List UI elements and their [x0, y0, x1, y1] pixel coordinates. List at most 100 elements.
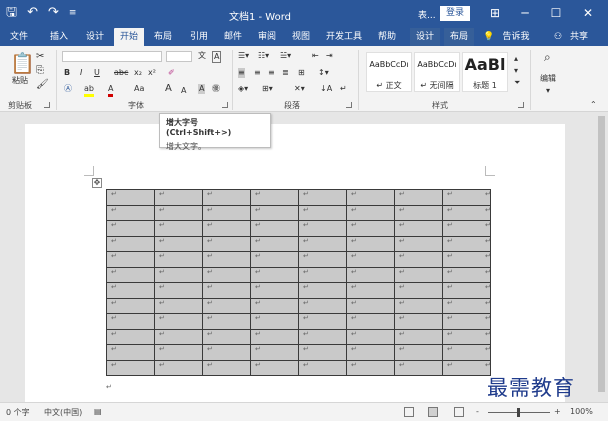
document-table[interactable]: ↵ ↵ ↵ ↵ ↵ ↵ ↵ ↵ ↵ ↵ ↵ ↵ ↵ ↵ ↵ ↵ ↵ ↵ ↵ ↵ ↵ ↵ ↵ ↵ ↵ ↵ ↵ ↵ ↵ ↵ ↵ ↵ ↵ ↵ ↵ ↵ ↵ ↵ ↵ ↵…: [106, 189, 491, 376]
table-cell[interactable]: ↵: [250, 328, 299, 345]
chinese-layout-icon[interactable]: ✕▾: [294, 84, 305, 94]
shrink-font-button[interactable]: A: [181, 86, 186, 96]
tab-developer[interactable]: 开发工具: [322, 28, 366, 46]
table-cell[interactable]: ↵: [154, 344, 203, 361]
macro-record-icon[interactable]: ▤: [94, 407, 102, 416]
table-cell[interactable]: ↵: [154, 359, 203, 376]
table-cell[interactable]: ↵: [202, 313, 251, 330]
subscript-button[interactable]: x₂: [134, 68, 142, 78]
table-cell[interactable]: ↵: [202, 189, 251, 206]
justify-icon[interactable]: ≣: [282, 68, 289, 78]
table-cell[interactable]: ↵: [298, 297, 347, 314]
table-cell[interactable]: ↵: [346, 251, 395, 268]
table-cell[interactable]: ↵: [250, 344, 299, 361]
table-cell[interactable]: ↵: [298, 266, 347, 283]
bullets-icon[interactable]: ☰▾: [238, 51, 249, 61]
show-marks-icon[interactable]: ↵: [340, 84, 347, 94]
table-cell[interactable]: ↵: [346, 282, 395, 299]
table-cell[interactable]: ↵: [394, 220, 443, 237]
table-cell[interactable]: ↵: [202, 204, 251, 221]
table-cell[interactable]: ↵: [250, 235, 299, 252]
style-no-spacing[interactable]: AaBbCcDı ↵ 无间隔: [414, 52, 460, 92]
table-cell[interactable]: ↵: [202, 344, 251, 361]
table-cell[interactable]: ↵: [442, 266, 491, 283]
table-cell[interactable]: ↵: [394, 282, 443, 299]
table-cell[interactable]: ↵: [394, 359, 443, 376]
table-cell[interactable]: ↵: [298, 189, 347, 206]
table-cell[interactable]: ↵: [442, 220, 491, 237]
table-cell[interactable]: ↵: [394, 344, 443, 361]
table-cell[interactable]: ↵: [394, 189, 443, 206]
table-cell[interactable]: ↵: [346, 328, 395, 345]
collapse-ribbon-icon[interactable]: ⌃: [590, 100, 597, 110]
lightbulb-icon[interactable]: 💡: [482, 28, 496, 46]
table-cell[interactable]: ↵: [346, 359, 395, 376]
align-center-icon[interactable]: ≡: [254, 68, 261, 78]
table-cell[interactable]: ↵: [394, 235, 443, 252]
table-cell[interactable]: ↵: [106, 189, 155, 206]
table-cell[interactable]: ↵: [106, 297, 155, 314]
table-cell[interactable]: ↵: [346, 266, 395, 283]
table-cell[interactable]: ↵: [154, 313, 203, 330]
align-right-icon[interactable]: ≡: [268, 68, 275, 78]
table-cell[interactable]: ↵: [202, 251, 251, 268]
shading-icon[interactable]: ◈▾: [238, 84, 248, 94]
styles-scroll-up-icon[interactable]: ▴: [514, 54, 518, 64]
superscript-button[interactable]: x²: [148, 68, 156, 78]
word-count[interactable]: 0 个字: [6, 407, 30, 418]
table-cell[interactable]: ↵: [106, 328, 155, 345]
table-cell[interactable]: ↵: [154, 282, 203, 299]
table-cell[interactable]: ↵: [154, 328, 203, 345]
close-button[interactable]: ✕: [578, 4, 598, 22]
editing-button[interactable]: 编辑: [540, 74, 556, 84]
table-cell[interactable]: ↵: [106, 235, 155, 252]
font-color-button[interactable]: A: [108, 84, 114, 97]
share-button[interactable]: 共享: [564, 28, 594, 46]
phonetic-guide-icon[interactable]: 文: [198, 51, 206, 61]
read-mode-icon[interactable]: [404, 407, 414, 417]
align-left-icon[interactable]: ≡: [238, 68, 245, 78]
line-spacing-icon[interactable]: ↕▾: [318, 68, 329, 78]
search-icon[interactable]: ⌕: [544, 51, 551, 63]
tab-view[interactable]: 视图: [286, 28, 316, 46]
table-cell[interactable]: ↵: [250, 266, 299, 283]
table-cell[interactable]: ↵: [394, 266, 443, 283]
scrollbar-thumb[interactable]: [598, 116, 605, 392]
font-dialog-launcher[interactable]: [222, 102, 228, 108]
style-normal[interactable]: AaBbCcDı ↵ 正文: [366, 52, 412, 92]
table-cell[interactable]: ↵: [106, 313, 155, 330]
zoom-out-button[interactable]: -: [476, 407, 479, 416]
zoom-in-button[interactable]: +: [554, 407, 561, 416]
table-cell[interactable]: ↵: [250, 297, 299, 314]
paste-icon[interactable]: 📋: [10, 52, 35, 74]
ribbon-display-options-icon[interactable]: ⊞: [485, 4, 505, 22]
char-shading-button[interactable]: A: [198, 84, 206, 94]
table-cell[interactable]: ↵: [250, 189, 299, 206]
table-cell[interactable]: ↵: [346, 313, 395, 330]
table-cell[interactable]: ↵: [202, 266, 251, 283]
table-cell[interactable]: ↵: [154, 220, 203, 237]
table-cell[interactable]: ↵: [154, 189, 203, 206]
table-cell[interactable]: ↵: [298, 204, 347, 221]
table-cell[interactable]: ↵: [442, 204, 491, 221]
table-cell[interactable]: ↵: [106, 251, 155, 268]
language-indicator[interactable]: 中文(中国): [44, 407, 82, 418]
tab-table-layout[interactable]: 布局: [444, 28, 474, 46]
table-cell[interactable]: ↵: [394, 313, 443, 330]
bold-button[interactable]: B: [64, 68, 70, 78]
table-cell[interactable]: ↵: [202, 359, 251, 376]
table-cell[interactable]: ↵: [250, 313, 299, 330]
table-cell[interactable]: ↵: [346, 235, 395, 252]
table-cell[interactable]: ↵: [346, 220, 395, 237]
table-cell[interactable]: ↵: [202, 282, 251, 299]
undo-icon[interactable]: ↶: [27, 6, 38, 20]
table-cell[interactable]: ↵: [298, 235, 347, 252]
table-cell[interactable]: ↵: [154, 204, 203, 221]
strikethrough-button[interactable]: abc: [114, 68, 128, 78]
table-cell[interactable]: ↵: [154, 297, 203, 314]
table-cell[interactable]: ↵: [106, 220, 155, 237]
table-cell[interactable]: ↵: [202, 220, 251, 237]
tab-table-design[interactable]: 设计: [410, 28, 440, 46]
styles-dialog-launcher[interactable]: [518, 102, 524, 108]
zoom-slider-thumb[interactable]: [517, 408, 520, 417]
